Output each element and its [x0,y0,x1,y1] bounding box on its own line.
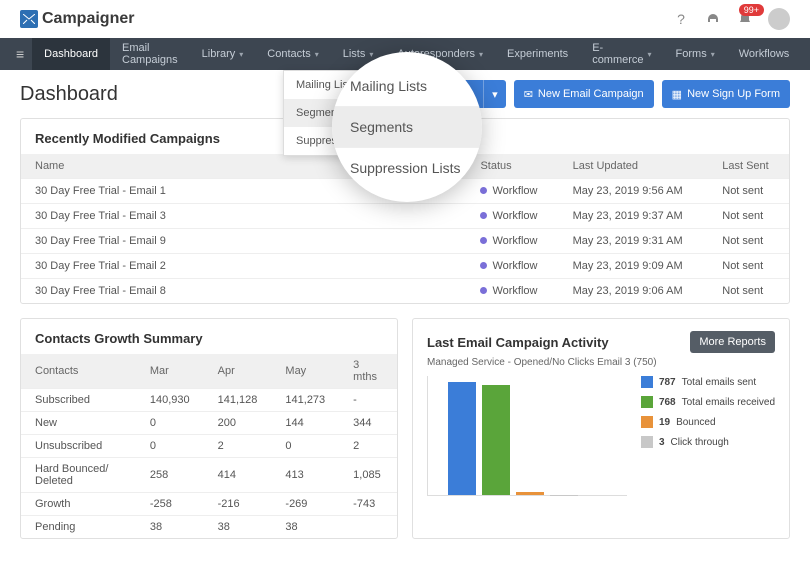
zoom-lens: Mailing Lists Segments Suppression Lists [332,52,482,202]
nav-item-e-commerce[interactable]: E-commerce▾ [580,38,663,70]
table-row[interactable]: 30 Day Free Trial - Email 9WorkflowMay 2… [21,229,789,254]
nav-item-contacts[interactable]: Contacts▾ [255,38,330,70]
legend-item: 787 Total emails sent [641,376,775,388]
help-icon[interactable]: ? [672,10,690,28]
table-row[interactable]: 30 Day Free Trial - Email 3WorkflowMay 2… [21,204,789,229]
nav-item-library[interactable]: Library▾ [190,38,256,70]
activity-title: Last Email Campaign Activity [427,335,609,350]
notifications-icon[interactable]: 99+ [736,10,754,28]
col-status: Status [466,154,558,179]
more-reports-button[interactable]: More Reports [690,331,775,353]
table-row[interactable]: 30 Day Free Trial - Email 2WorkflowMay 2… [21,254,789,279]
hamburger-icon[interactable]: ≡ [8,46,32,62]
page-title: Dashboard [20,83,118,106]
activity-chart [427,376,627,496]
logo-icon [20,10,38,28]
table-row: Subscribed140,930141,128141,273- [21,389,397,412]
growth-title: Contacts Growth Summary [21,319,397,354]
add-contacts-caret[interactable]: ▾ [483,80,506,108]
brand-name: Campaigner [42,10,134,28]
table-row: Growth-258-216-269-743 [21,493,397,516]
table-row[interactable]: 30 Day Free Trial - Email 8WorkflowMay 2… [21,279,789,304]
table-row: Hard Bounced/ Deleted2584144131,085 [21,458,397,493]
legend-item: 19 Bounced [641,416,775,428]
growth-table: Contacts Mar Apr May 3 mths Subscribed14… [21,354,397,538]
col-updated: Last Updated [559,154,709,179]
legend-item: 3 Click through [641,436,775,448]
growth-panel: Contacts Growth Summary Contacts Mar Apr… [20,318,398,539]
activity-legend: 787 Total emails sent 768 Total emails re… [641,376,775,496]
nav-item-reports[interactable]: Reports▾ [801,38,810,70]
table-row: Pending383838 [21,516,397,539]
nav-item-workflows[interactable]: Workflows [727,38,802,70]
legend-item: 768 Total emails received [641,396,775,408]
nav-item-experiments[interactable]: Experiments [495,38,580,70]
nav-item-dashboard[interactable]: Dashboard [32,38,110,70]
activity-subtitle: Managed Service - Opened/No Clicks Email… [413,357,789,376]
table-row: New0200144344 [21,412,397,435]
headset-icon[interactable] [704,10,722,28]
chart-bar [482,385,510,495]
nav-item-forms[interactable]: Forms▾ [664,38,727,70]
activity-panel: Last Email Campaign Activity More Report… [412,318,790,539]
header: Campaigner ? 99+ [0,0,810,38]
header-icons: ? 99+ [672,8,790,30]
logo[interactable]: Campaigner [20,10,134,28]
avatar[interactable] [768,8,790,30]
zoom-item[interactable]: Segments [332,106,482,147]
new-campaign-button[interactable]: ✉New Email Campaign [514,80,654,108]
chart-bar [516,492,544,495]
notif-badge: 99+ [739,4,764,16]
nav-item-email-campaigns[interactable]: Email Campaigns [110,38,190,70]
table-row: Unsubscribed0202 [21,435,397,458]
chart-bar [448,382,476,495]
new-form-button[interactable]: ▦New Sign Up Form [662,80,790,108]
bottom-row: Contacts Growth Summary Contacts Mar Apr… [20,318,790,553]
col-sent: Last Sent [708,154,789,179]
